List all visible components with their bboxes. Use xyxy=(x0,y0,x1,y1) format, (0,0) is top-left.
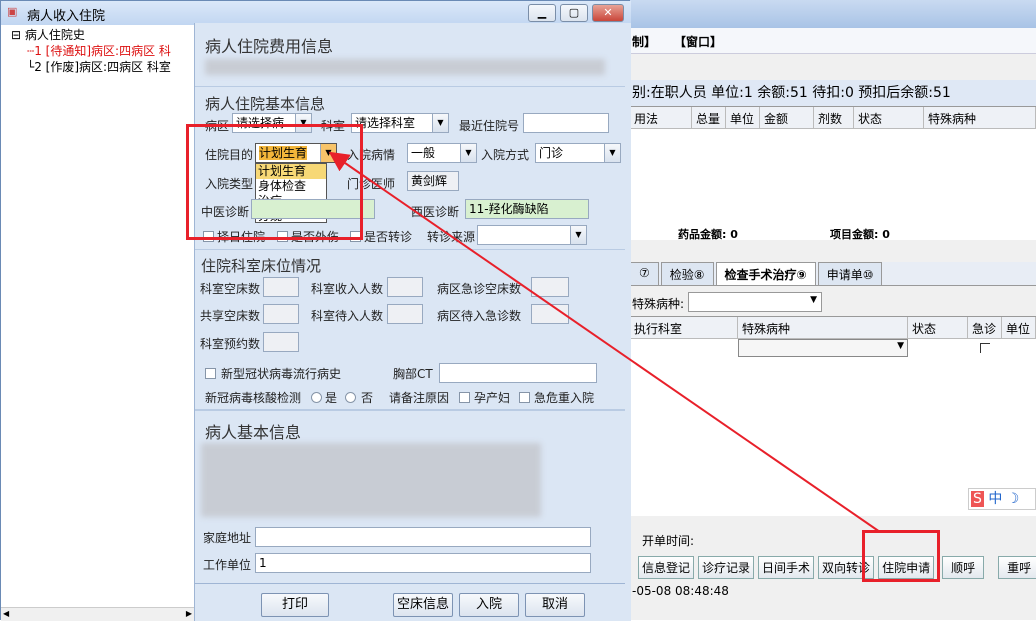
annotation-arrow xyxy=(328,151,881,533)
